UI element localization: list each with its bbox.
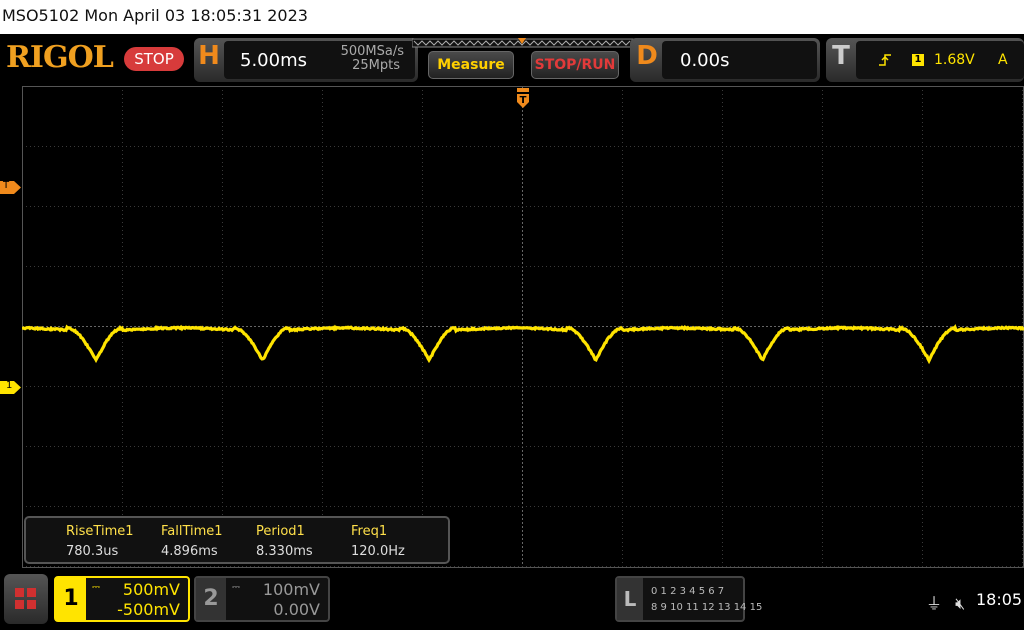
logic-channels-row2: 8 9 10 11 12 13 14 15: [651, 602, 762, 613]
measurement-panel[interactable]: RiseTime1 780.3us FallTime1 4.896ms Peri…: [24, 516, 450, 564]
logic-channels-row1: 0 1 2 3 4 5 6 7: [651, 586, 724, 597]
channel2-scale: 100mV: [263, 580, 320, 599]
mute-icon[interactable]: 🔇︎: [955, 594, 965, 613]
trigger-mode: A: [998, 52, 1008, 68]
trigger-letter: T: [828, 41, 854, 71]
trigger-level: 1.68V: [934, 52, 975, 68]
memory-depth: 25Mpts: [352, 59, 400, 73]
trigger-level-marker[interactable]: T: [0, 179, 22, 192]
logic-analyzer-panel[interactable]: L 0 1 2 3 4 5 6 7 8 9 10 11 12 13 14 15: [615, 576, 745, 622]
trigger-panel[interactable]: T 1 1.68V A: [826, 38, 1024, 82]
channel1-waveform: [22, 86, 1024, 568]
channel1-offset-marker[interactable]: 1: [0, 379, 22, 392]
horizontal-letter: H: [196, 41, 222, 71]
run-state-badge[interactable]: STOP: [124, 47, 184, 71]
measurement-rise-time: RiseTime1 780.3us: [66, 524, 161, 559]
measure-button[interactable]: Measure: [428, 51, 514, 79]
channel1-panel[interactable]: 1 ⎓ 500mV -500mV: [54, 576, 190, 622]
memory-position-bar: [412, 36, 636, 50]
main-menu-button[interactable]: [4, 574, 48, 624]
stop-run-button[interactable]: STOP/RUN: [531, 51, 619, 79]
svg-text:T: T: [520, 95, 527, 106]
rising-edge-icon: [878, 53, 892, 67]
brand-logo: RIGOL: [6, 40, 113, 75]
channel1-offset: -500mV: [117, 600, 180, 619]
measurement-fall-time: FallTime1 4.896ms: [161, 524, 256, 559]
delay-panel[interactable]: D 0.00s: [630, 38, 820, 82]
top-toolbar: RIGOL STOP H 5.00ms 500MSa/s 25Mpts Meas…: [0, 34, 1024, 84]
channel1-number: 1: [56, 578, 86, 620]
waveform-display[interactable]: T: [22, 86, 1024, 568]
channel2-panel[interactable]: 2 ⎓ 100mV 0.00V: [194, 576, 330, 622]
trigger-position-marker: T: [516, 88, 530, 108]
logic-letter: L: [617, 578, 643, 620]
title-bar: MSO5102 Mon April 03 18:05:31 2023: [0, 0, 1024, 34]
title-text: MSO5102 Mon April 03 18:05:31 2023: [2, 6, 308, 25]
bottom-toolbar: 1 ⎓ 500mV -500mV 2 ⎓ 100mV 0.00V L 0 1 2…: [0, 570, 1024, 630]
trigger-source-badge: 1: [912, 54, 924, 66]
measurement-period: Period1 8.330ms: [256, 524, 351, 559]
channel2-number: 2: [196, 578, 226, 620]
measurement-frequency: Freq1 120.0Hz: [351, 524, 446, 559]
delay-letter: D: [634, 41, 660, 71]
usb-icon: ⏚: [926, 594, 942, 613]
delay-value: 0.00s: [680, 50, 729, 71]
dc-coupling-icon: ⎓: [232, 582, 240, 593]
horizontal-panel[interactable]: H 5.00ms 500MSa/s 25Mpts: [194, 38, 418, 82]
timebase-value: 5.00ms: [240, 50, 307, 71]
channel2-offset: 0.00V: [273, 600, 320, 619]
channel1-scale: 500mV: [123, 580, 180, 599]
clock: 18:05: [976, 590, 1022, 609]
sample-rate: 500MSa/s: [341, 45, 404, 59]
status-icons: ⏚ 🔇︎: [926, 590, 965, 614]
dc-coupling-icon: ⎓: [92, 582, 100, 593]
